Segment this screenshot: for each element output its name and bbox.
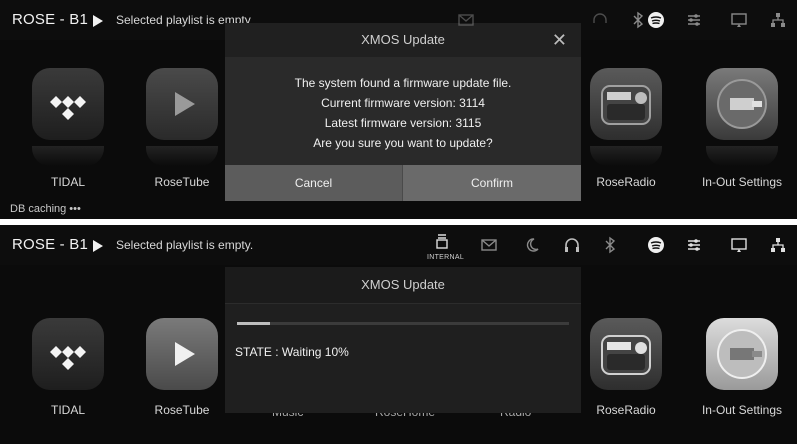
rosetube-icon bbox=[175, 342, 195, 366]
rosetube-app[interactable] bbox=[146, 318, 218, 390]
network-icon[interactable] bbox=[768, 10, 788, 30]
in-out-settings-app[interactable] bbox=[706, 68, 778, 140]
network-icon[interactable] bbox=[768, 235, 788, 255]
progress-bar-fill bbox=[237, 322, 271, 325]
screen-icon[interactable] bbox=[729, 235, 749, 255]
spotify-icon[interactable] bbox=[646, 235, 666, 255]
dialog-title: XMOS Update bbox=[225, 23, 581, 57]
message-line: The system found a firmware update file. bbox=[294, 76, 512, 90]
device-name: ROSE - B1 bbox=[12, 11, 88, 28]
in-out-settings-icon bbox=[717, 329, 767, 379]
cancel-button[interactable]: Cancel bbox=[225, 165, 402, 201]
app-label-roseradio: RoseRadio bbox=[596, 175, 656, 189]
app-label-tidal: TIDAL bbox=[50, 175, 85, 189]
mail-icon-dim bbox=[456, 10, 476, 30]
app-label-rosetube: RoseTube bbox=[154, 403, 210, 417]
mail-icon[interactable] bbox=[479, 235, 499, 255]
roseradio-app[interactable] bbox=[590, 68, 662, 140]
device-name: ROSE - B1 bbox=[12, 236, 88, 253]
rosetube-app[interactable] bbox=[146, 68, 218, 140]
app-label-in-out-settings: In-Out Settings bbox=[701, 403, 783, 417]
headphones-icon-dim bbox=[590, 10, 610, 30]
roseradio-icon bbox=[601, 335, 651, 375]
tidal-icon bbox=[50, 96, 86, 120]
usb-icon[interactable] bbox=[432, 231, 452, 251]
play-icon[interactable] bbox=[93, 240, 103, 252]
xmos-update-confirm-dialog: XMOS Update ✕ The system found a firmwar… bbox=[225, 23, 581, 201]
internal-label: INTERNAL bbox=[427, 254, 465, 261]
dialog-title: XMOS Update bbox=[225, 267, 581, 304]
message-line: Are you sure you want to update? bbox=[313, 136, 493, 150]
moon-icon[interactable] bbox=[522, 235, 542, 255]
bluetooth-icon[interactable] bbox=[628, 10, 648, 30]
state-text: STATE : Waiting 10% bbox=[235, 345, 349, 359]
dialog-message: The system found a firmware update file.… bbox=[225, 73, 581, 153]
rosetube-icon bbox=[175, 92, 195, 116]
top-screen: ROSE - B1 Selected playlist is empty TID… bbox=[0, 0, 797, 219]
in-out-settings-app[interactable] bbox=[706, 318, 778, 390]
tidal-app[interactable] bbox=[32, 318, 104, 390]
message-line: Current firmware version: 3114 bbox=[321, 96, 485, 110]
db-caching-status: DB caching ••• bbox=[10, 203, 81, 215]
app-label-tidal: TIDAL bbox=[50, 403, 85, 417]
tidal-icon bbox=[50, 346, 86, 370]
bottom-screen: ROSE - B1 Selected playlist is empty. IN… bbox=[0, 225, 797, 444]
app-label-roseradio: RoseRadio bbox=[596, 403, 656, 417]
screen-icon[interactable] bbox=[729, 10, 749, 30]
roseradio-icon bbox=[601, 85, 651, 125]
roseradio-app[interactable] bbox=[590, 318, 662, 390]
bluetooth-icon[interactable] bbox=[600, 235, 620, 255]
equalizer-icon[interactable] bbox=[684, 235, 704, 255]
status-text: Selected playlist is empty. bbox=[116, 238, 254, 252]
spotify-icon[interactable] bbox=[646, 10, 666, 30]
close-icon[interactable]: ✕ bbox=[552, 30, 567, 51]
tidal-app[interactable] bbox=[32, 68, 104, 140]
headphones-icon[interactable] bbox=[562, 235, 582, 255]
play-icon[interactable] bbox=[93, 15, 103, 27]
app-label-rosetube: RoseTube bbox=[154, 175, 210, 189]
progress-bar bbox=[237, 322, 569, 325]
confirm-button[interactable]: Confirm bbox=[403, 165, 581, 201]
status-bar: ROSE - B1 Selected playlist is empty. IN… bbox=[0, 225, 797, 265]
message-line: Latest firmware version: 3115 bbox=[324, 116, 482, 130]
app-label-in-out-settings: In-Out Settings bbox=[701, 175, 783, 189]
in-out-settings-icon bbox=[717, 79, 767, 129]
xmos-update-progress-dialog: XMOS Update STATE : Waiting 10% bbox=[225, 267, 581, 413]
equalizer-icon[interactable] bbox=[684, 10, 704, 30]
